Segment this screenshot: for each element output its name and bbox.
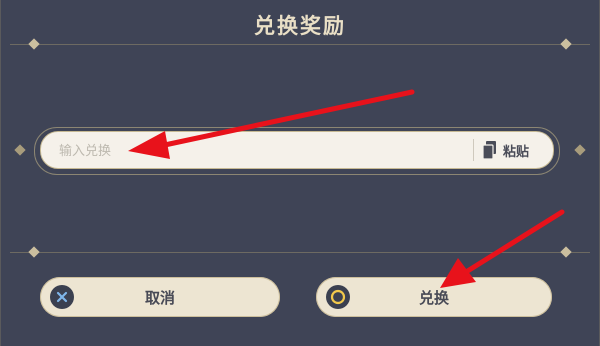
redeem-dialog: 兑换奖励 粘贴 取消 兑换 xyxy=(0,0,600,346)
code-input-container: 粘贴 xyxy=(40,131,554,170)
redeem-code-input[interactable] xyxy=(57,132,461,170)
redeem-button[interactable]: 兑换 xyxy=(316,277,552,317)
ornament-diamond-top-left xyxy=(28,38,40,50)
top-divider xyxy=(10,44,590,45)
paste-button[interactable]: 粘贴 xyxy=(483,137,549,163)
paste-label: 粘贴 xyxy=(503,144,530,160)
input-separator xyxy=(473,139,474,161)
ornament-diamond-bottom-right xyxy=(560,246,572,258)
frame-left-edge xyxy=(0,0,1,346)
bottom-divider xyxy=(10,252,590,253)
ornament-diamond-right xyxy=(574,144,586,156)
ornament-diamond-bottom-left xyxy=(28,246,40,258)
redeem-label: 兑换 xyxy=(418,289,449,307)
cancel-button[interactable]: 取消 xyxy=(40,277,280,317)
ornament-diamond-left xyxy=(14,144,26,156)
ornament-diamond-top-right xyxy=(560,38,572,50)
cancel-label: 取消 xyxy=(144,289,175,307)
dialog-title: 兑换奖励 xyxy=(254,14,346,38)
clipboard-icon xyxy=(483,141,496,159)
